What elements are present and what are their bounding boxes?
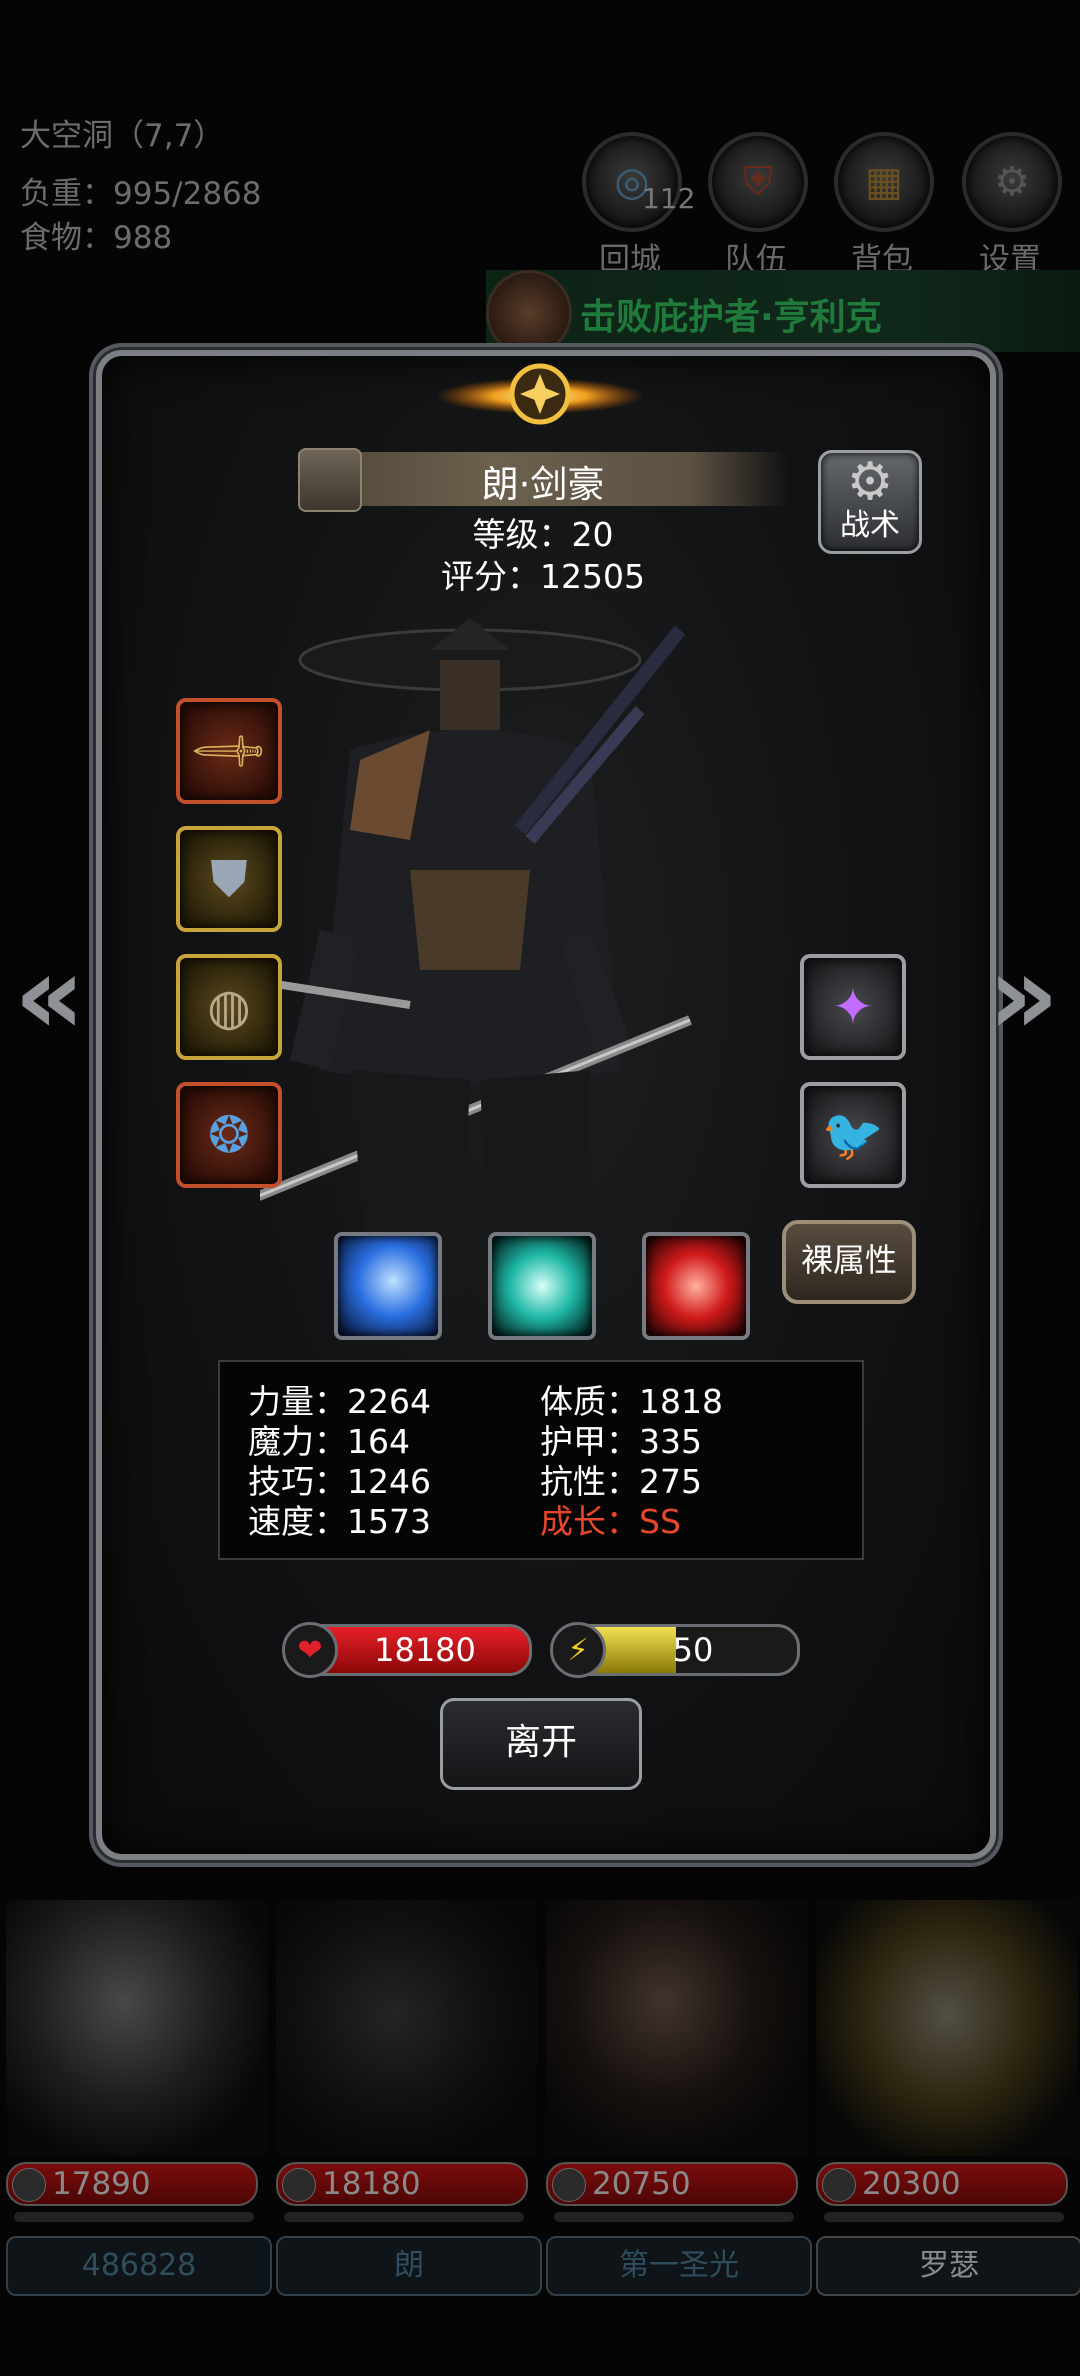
quest-text: 击败庇护者·亨利克 (580, 297, 882, 338)
settings-button[interactable]: ⚙ 设置 (962, 132, 1062, 279)
team-button[interactable]: ⛨ 队伍 (708, 132, 808, 279)
panel-emblem-icon (436, 363, 644, 425)
equip-slot-amulet[interactable]: ❂ (176, 1082, 282, 1188)
hp-value: 18180 (374, 1631, 476, 1669)
roster-card[interactable]: 20750 第一圣光 (546, 1900, 812, 2320)
raven-icon: 🐦 (821, 1105, 885, 1164)
shield-icon: ⛨ (708, 132, 808, 232)
roster-hp-value: 20300 (862, 2166, 961, 2202)
equip-slot-armor[interactable]: ⛊ (176, 826, 282, 932)
leave-button[interactable]: 离开 (440, 1698, 642, 1790)
roster-hp-bar: 17890 (6, 2162, 258, 2206)
stats-right-column: 体质：1818 护甲：335 抗性：275 成长：SS (540, 1382, 723, 1542)
roster-portrait (816, 1900, 1078, 2156)
stats-left-column: 力量：2264 魔力：164 技巧：1246 速度：1573 (248, 1382, 431, 1542)
gear-icon: ⚙ (962, 132, 1062, 232)
next-hero-arrow-icon[interactable]: » (988, 940, 1059, 1050)
naked-attributes-button[interactable]: 裸属性 (782, 1220, 916, 1304)
equip-slot-lantern[interactable]: ✦ (800, 954, 906, 1060)
tactic-button[interactable]: ⚙ 战术 (818, 450, 922, 554)
hero-level: 等级：20 (472, 515, 614, 554)
portal-icon: ◎ 112 (582, 132, 695, 232)
sword-icon (552, 2168, 586, 2202)
roster-name: 第一圣光 (546, 2236, 812, 2296)
stat-magic: 魔力：164 (248, 1422, 410, 1461)
roster-card[interactable]: 17890 486828 (6, 1900, 272, 2320)
stat-growth: 成长：SS (540, 1502, 681, 1541)
roster-card[interactable]: 20300 罗瑟 (816, 1900, 1080, 2320)
sword-icon (12, 2168, 46, 2202)
equip-slot-ring[interactable]: ◍ (176, 954, 282, 1060)
roster-hp-value: 17890 (52, 2166, 151, 2202)
roster-hp-bar: 20300 (816, 2162, 1068, 2206)
lantern-icon: ✦ (832, 978, 874, 1036)
roster-hp-value: 20750 (592, 2166, 691, 2202)
ring-icon: ◍ (207, 978, 251, 1036)
hero-name: 朗·剑豪 (481, 463, 605, 506)
stat-speed: 速度：1573 (248, 1502, 431, 1541)
return-city-button[interactable]: ◎ 112 回城 (582, 132, 695, 279)
roster-name: 罗瑟 (816, 2236, 1080, 2296)
energy-value: 50 (672, 1631, 714, 1669)
stat-armor: 护甲：335 (540, 1422, 702, 1461)
stat-strength: 力量：2264 (248, 1382, 431, 1421)
roster-name: 朗 (276, 2236, 542, 2296)
food-label: 食物：988 (20, 220, 173, 256)
quest-scroll-icon (486, 270, 572, 356)
dagger-icon: 🗡 (186, 707, 273, 794)
equip-slot-weapon[interactable]: 🗡 (176, 698, 282, 804)
return-city-badge: 112 (642, 182, 696, 215)
sword-icon (282, 2168, 316, 2202)
stat-skill: 技巧：1246 (248, 1462, 431, 1501)
roster-portrait (6, 1900, 268, 2156)
backpack-button[interactable]: ▦ 背包 (834, 132, 934, 279)
red-slash-skill-icon[interactable] (642, 1232, 750, 1340)
roster-portrait (546, 1900, 808, 2156)
gear-icon: ⚙ (846, 452, 894, 512)
previous-hero-arrow-icon[interactable]: « (14, 940, 85, 1050)
equip-slot-pet[interactable]: 🐦 (800, 1082, 906, 1188)
chest-icon: ▦ (834, 132, 934, 232)
roster-hp-value: 18180 (322, 2166, 421, 2202)
blue-slash-skill-icon[interactable] (334, 1232, 442, 1340)
roster-hp-bar: 18180 (276, 2162, 528, 2206)
armor-icon: ⛊ (210, 849, 248, 908)
roster-hp-bar: 20750 (546, 2162, 798, 2206)
sword-icon (822, 2168, 856, 2202)
teal-slash-skill-icon[interactable] (488, 1232, 596, 1340)
amulet-icon: ❂ (208, 1106, 250, 1164)
stat-resistance: 抗性：275 (540, 1462, 702, 1501)
tactic-label: 战术 (840, 508, 900, 543)
roster-portrait (276, 1900, 538, 2156)
weight-label: 负重：995/2868 (20, 176, 262, 212)
hero-score: 评分：12505 (441, 557, 645, 596)
roster-name: 486828 (6, 2236, 272, 2296)
stat-constitution: 体质：1818 (540, 1382, 723, 1421)
lightning-icon: ⚡ (550, 1622, 606, 1678)
roster-card[interactable]: 18180 朗 (276, 1900, 542, 2320)
location-label: 大空洞（7,7） (20, 118, 225, 154)
